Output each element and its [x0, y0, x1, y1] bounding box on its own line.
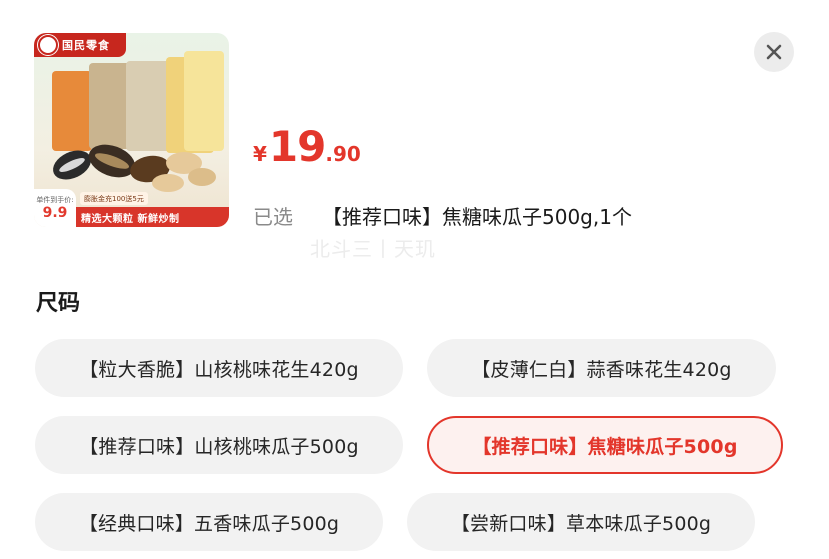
- variant-section-title: 尺码: [36, 291, 81, 316]
- variant-option[interactable]: 【尝新口味】草本味瓜子500g: [407, 493, 755, 551]
- variant-option-label: 【尝新口味】草本味瓜子500g: [450, 512, 712, 535]
- product-price: ¥ 19 .90: [253, 126, 361, 168]
- variant-option-selected[interactable]: 【推荐口味】焦糖味瓜子500g: [427, 416, 783, 474]
- variant-option-label: 【经典口味】五香味瓜子500g: [78, 512, 340, 535]
- selected-label: 已选: [253, 205, 293, 229]
- price-integer: 19: [268, 122, 326, 171]
- variant-option[interactable]: 【粒大香脆】山核桃味花生420g: [35, 339, 403, 397]
- sunflower-seeds-illustration: [53, 144, 216, 192]
- price-decimal: .90: [325, 142, 361, 166]
- brand-text: 国民零食: [62, 39, 110, 52]
- selected-value: 【推荐口味】焦糖味瓜子500g,1个: [322, 205, 632, 229]
- promo-tag: 膨胀金充100送5元: [80, 192, 148, 205]
- image-price-badge: 单件到手价: 9.9: [34, 189, 76, 227]
- variant-option-label: 【皮薄仁白】蒜香味花生420g: [471, 358, 732, 381]
- product-image: 国民零食 膨胀金充100送5元 单件到手价: 9.9 精选大颗粒 新鲜炒制: [34, 33, 229, 227]
- close-button[interactable]: [754, 32, 794, 72]
- close-icon: [766, 44, 782, 60]
- variant-option-label: 【粒大香脆】山核桃味花生420g: [79, 358, 359, 381]
- watermark: 北斗三丨天玑: [310, 237, 436, 261]
- brand-bar: 国民零食: [34, 33, 126, 57]
- variant-option[interactable]: 【皮薄仁白】蒜香味花生420g: [427, 339, 776, 397]
- image-feature-strip: 精选大颗粒 新鲜炒制: [76, 207, 229, 227]
- variant-option[interactable]: 【推荐口味】山核桃味瓜子500g: [35, 416, 403, 474]
- currency-symbol: ¥: [253, 142, 267, 166]
- sku-selector-sheet: 国民零食 膨胀金充100送5元 单件到手价: 9.9 精选大颗粒 新鲜炒制 ¥ …: [0, 0, 829, 559]
- variant-option[interactable]: 【经典口味】五香味瓜子500g: [35, 493, 383, 551]
- variant-option-label: 【推荐口味】焦糖味瓜子500g: [472, 435, 738, 458]
- variant-option-label: 【推荐口味】山核桃味瓜子500g: [79, 435, 359, 458]
- image-price-badge-value: 9.9: [42, 205, 68, 221]
- image-price-badge-label: 单件到手价:: [36, 196, 74, 204]
- brand-logo: [38, 35, 58, 55]
